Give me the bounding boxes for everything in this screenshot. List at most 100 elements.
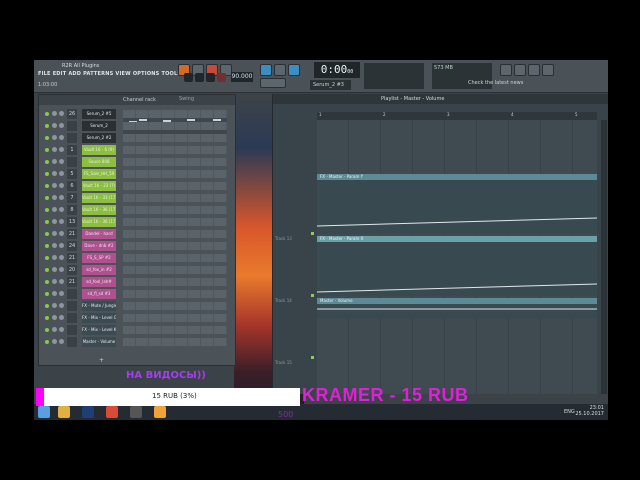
channel-mute-led[interactable]: [45, 244, 49, 248]
channel-mute-led[interactable]: [45, 256, 49, 260]
channel-pan-knob[interactable]: [52, 123, 57, 128]
channel-volume-knob[interactable]: [59, 135, 64, 140]
channel-row[interactable]: FX - Mix - Level G: [45, 313, 231, 323]
step-sequencer[interactable]: [123, 338, 227, 346]
channel-pan-knob[interactable]: [52, 219, 57, 224]
channel-pan-knob[interactable]: [52, 255, 57, 260]
channel-mute-led[interactable]: [45, 112, 49, 116]
channel-mixer-track[interactable]: [67, 121, 77, 131]
channel-volume-knob[interactable]: [59, 327, 64, 332]
channel-mixer-track[interactable]: 21: [67, 229, 77, 239]
chrome-icon[interactable]: [106, 406, 118, 418]
browser-icon[interactable]: [500, 64, 512, 76]
step-sequencer[interactable]: [123, 122, 227, 130]
tempo-field[interactable]: 90.000: [231, 72, 253, 82]
channel-mixer-track[interactable]: [67, 313, 77, 323]
step-sequencer[interactable]: [123, 326, 227, 334]
news-line[interactable]: Check the latest news: [468, 80, 523, 86]
channel-mixer-track[interactable]: 24: [67, 241, 77, 251]
channel-mute-led[interactable]: [45, 304, 49, 308]
channel-volume-knob[interactable]: [59, 207, 64, 212]
language-indicator[interactable]: ENG: [564, 409, 575, 415]
channel-mixer-track[interactable]: [67, 157, 77, 167]
step-sequencer[interactable]: [123, 182, 227, 190]
channel-pan-knob[interactable]: [52, 291, 57, 296]
channel-row[interactable]: FX - Mute / Jungle: [45, 301, 231, 311]
channel-name-button[interactable]: FX - Mix - Level K: [82, 325, 116, 335]
channel-mute-led[interactable]: [45, 196, 49, 200]
channel-name-button[interactable]: FX - Mix - Level G: [82, 313, 116, 323]
menu-item[interactable]: OPTIONS: [133, 71, 160, 77]
channel-mute-led[interactable]: [45, 232, 49, 236]
channel-row[interactable]: 8 Vault 16 - 36 (17): [45, 205, 231, 215]
step-sequencer[interactable]: [123, 242, 227, 250]
channel-mixer-track[interactable]: 21: [67, 277, 77, 287]
playlist-scrollbar[interactable]: [601, 120, 607, 394]
channel-row[interactable]: sd_fl_sd #3: [45, 289, 231, 299]
step-sequencer[interactable]: [123, 158, 227, 166]
step-sequencer[interactable]: [123, 110, 227, 118]
channel-row[interactable]: 13 Vault 16 - 36 (17): [45, 217, 231, 227]
channel-name-button[interactable]: Vault 16 - 6 (9): [82, 145, 116, 155]
step-sequencer[interactable]: [123, 194, 227, 202]
record-icon[interactable]: [217, 73, 226, 82]
channel-pan-knob[interactable]: [52, 159, 57, 164]
channel-pan-knob[interactable]: [52, 207, 57, 212]
automation-clip[interactable]: [317, 304, 597, 318]
channel-row[interactable]: FX - Mix - Level K: [45, 325, 231, 335]
channel-mute-led[interactable]: [45, 340, 49, 344]
channel-mixer-track[interactable]: [67, 301, 77, 311]
channel-name-button[interactable]: Sauce 808: [82, 157, 116, 167]
channel-name-button[interactable]: Vault 16 - 36 (17): [82, 205, 116, 215]
channel-mixer-track[interactable]: 21: [67, 253, 77, 263]
step-sequencer[interactable]: [123, 254, 227, 262]
channel-mixer-track[interactable]: 6: [67, 181, 77, 191]
channel-pan-knob[interactable]: [52, 111, 57, 116]
channel-mute-led[interactable]: [45, 160, 49, 164]
channel-name-button[interactable]: sd_fox_in #2: [82, 265, 116, 275]
channel-row[interactable]: 6 Vault 16 - 23 (7): [45, 181, 231, 191]
menu-item[interactable]: VIEW: [115, 71, 130, 77]
channel-volume-knob[interactable]: [59, 339, 64, 344]
step-sequencer[interactable]: [123, 230, 227, 238]
channel-mute-led[interactable]: [45, 268, 49, 272]
channel-name-button[interactable]: Master - Volume: [82, 337, 116, 347]
channel-row[interactable]: 7 Vault 16 - 33 (17): [45, 193, 231, 203]
obs-icon[interactable]: [130, 406, 142, 418]
channel-volume-knob[interactable]: [59, 231, 64, 236]
microphone-icon[interactable]: [542, 64, 554, 76]
channel-name-button[interactable]: Vault 16 - 33 (17): [82, 193, 116, 203]
channel-mute-led[interactable]: [45, 124, 49, 128]
channel-row[interactable]: 21 Dandel - hard: [45, 229, 231, 239]
channel-mixer-track[interactable]: [67, 133, 77, 143]
automation-clip[interactable]: [316, 242, 598, 296]
channel-volume-knob[interactable]: [59, 183, 64, 188]
channel-mixer-track[interactable]: 5: [67, 169, 77, 179]
channel-mute-led[interactable]: [45, 292, 49, 296]
channel-volume-knob[interactable]: [59, 255, 64, 260]
automation-clip[interactable]: [316, 180, 598, 234]
channel-mute-led[interactable]: [45, 280, 49, 284]
channel-row[interactable]: 21 sd_fool_lah#: [45, 277, 231, 287]
step-sequencer[interactable]: [123, 266, 227, 274]
menu-item[interactable]: FILE: [38, 71, 51, 77]
channel-mixer-track[interactable]: 20: [67, 265, 77, 275]
channel-volume-knob[interactable]: [59, 219, 64, 224]
step-sequencer[interactable]: [123, 146, 227, 154]
typing-keyboard-icon[interactable]: [274, 64, 286, 76]
channel-volume-knob[interactable]: [59, 315, 64, 320]
channel-name-button[interactable]: sd_fool_lah#: [82, 277, 116, 287]
channel-volume-knob[interactable]: [59, 195, 64, 200]
channel-pan-knob[interactable]: [52, 279, 57, 284]
channel-mixer-track[interactable]: 7: [67, 193, 77, 203]
channel-name-button[interactable]: FS_Sale_HH_59: [82, 169, 116, 179]
channel-pan-knob[interactable]: [52, 267, 57, 272]
channel-pan-knob[interactable]: [52, 195, 57, 200]
channel-pan-knob[interactable]: [52, 339, 57, 344]
channel-mixer-track[interactable]: [67, 337, 77, 347]
channel-pan-knob[interactable]: [52, 315, 57, 320]
windows-start-icon[interactable]: [38, 406, 50, 418]
mixer-icon[interactable]: [514, 64, 526, 76]
track-led[interactable]: [311, 232, 314, 235]
channel-volume-knob[interactable]: [59, 267, 64, 272]
